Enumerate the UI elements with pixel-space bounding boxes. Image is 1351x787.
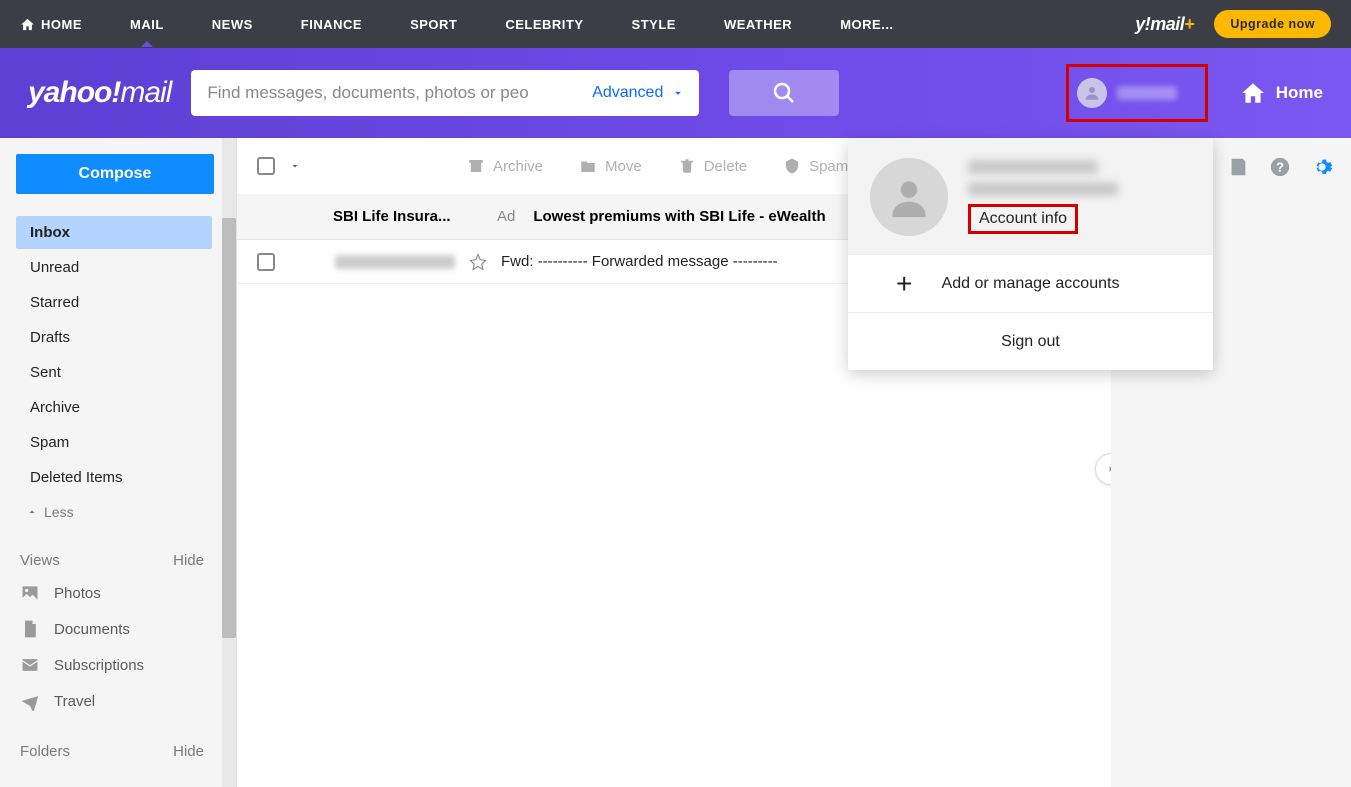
subscriptions-icon [20, 655, 40, 675]
folder-spam[interactable]: Spam [16, 426, 212, 459]
nav-home[interactable]: HOME [20, 17, 82, 32]
nav-style[interactable]: STYLE [632, 17, 676, 32]
svg-text:?: ? [1276, 160, 1284, 175]
search-input[interactable] [191, 83, 578, 103]
plus-icon: + [896, 268, 912, 300]
brand-logo: y!mail+ [1135, 14, 1194, 35]
nav-sport[interactable]: SPORT [410, 17, 457, 32]
folder-archive[interactable]: Archive [16, 391, 212, 424]
folder-starred[interactable]: Starred [16, 286, 212, 319]
folder-list: Inbox Unread Starred Drafts Sent Archive… [16, 216, 236, 528]
ad-subject: Lowest premiums with SBI Life - eWealth [533, 208, 825, 225]
view-travel[interactable]: Travel [16, 683, 236, 719]
message-subject: Fwd: ---------- Forwarded message ------… [501, 253, 778, 270]
account-email [968, 182, 1118, 196]
nav-news[interactable]: NEWS [212, 17, 253, 32]
yahoo-mail-logo: yahoo!mail [28, 76, 171, 110]
home-link[interactable]: Home [1240, 80, 1323, 106]
search-button[interactable] [729, 70, 839, 116]
profile-menu-trigger[interactable] [1066, 64, 1208, 122]
chevron-up-icon [26, 506, 38, 518]
home-icon [1240, 80, 1266, 106]
move-button[interactable]: Move [579, 157, 642, 175]
views-hide-link[interactable]: Hide [173, 552, 204, 569]
account-popover: Account info + Add or manage accounts Si… [848, 138, 1213, 370]
spam-icon [783, 157, 801, 175]
nav-finance[interactable]: FINANCE [301, 17, 362, 32]
folder-unread[interactable]: Unread [16, 251, 212, 284]
compose-button[interactable]: Compose [16, 154, 214, 194]
chevron-down-icon [671, 86, 685, 100]
account-name [968, 160, 1098, 174]
avatar-icon [1077, 78, 1107, 108]
avatar-large-icon [870, 158, 948, 236]
search-icon [772, 81, 796, 105]
folder-inbox[interactable]: Inbox [16, 216, 212, 249]
sidebar: Compose Inbox Unread Starred Drafts Sent… [0, 138, 236, 787]
views-header: Views Hide [16, 546, 206, 575]
nav-home-label: HOME [41, 17, 82, 32]
archive-button[interactable]: Archive [467, 157, 543, 175]
nav-celebrity[interactable]: CELEBRITY [505, 17, 583, 32]
folder-sent[interactable]: Sent [16, 356, 212, 389]
settings-gear-icon[interactable] [1311, 156, 1333, 178]
folders-header: Folders Hide [16, 737, 206, 766]
message-sender [335, 255, 455, 269]
delete-button[interactable]: Delete [678, 157, 747, 175]
advanced-search-link[interactable]: Advanced [578, 84, 699, 102]
upgrade-button[interactable]: Upgrade now [1214, 10, 1331, 38]
view-documents[interactable]: Documents [16, 611, 236, 647]
add-manage-accounts-link[interactable]: + Add or manage accounts [848, 254, 1213, 312]
select-all-checkbox[interactable] [257, 157, 275, 175]
less-toggle[interactable]: Less [16, 496, 236, 528]
spam-button[interactable]: Spam [783, 157, 848, 175]
folder-deleted[interactable]: Deleted Items [16, 461, 212, 494]
ad-tag: Ad [497, 208, 515, 225]
folder-drafts[interactable]: Drafts [16, 321, 212, 354]
travel-icon [20, 691, 40, 711]
star-icon[interactable] [469, 253, 487, 271]
mail-header: yahoo!mail Advanced Home [0, 48, 1351, 138]
account-info-link[interactable]: Account info [968, 204, 1078, 234]
move-icon [579, 157, 597, 175]
nav-weather[interactable]: WEATHER [724, 17, 792, 32]
view-photos[interactable]: Photos [16, 575, 236, 611]
ad-sender: SBI Life Insura... [333, 208, 493, 225]
nav-more[interactable]: MORE... [840, 17, 893, 32]
help-icon[interactable]: ? [1269, 156, 1291, 178]
nav-mail[interactable]: MAIL [130, 17, 164, 32]
archive-icon [467, 157, 485, 175]
content-area: Compose Inbox Unread Starred Drafts Sent… [0, 138, 1351, 787]
notepad-icon[interactable] [1227, 156, 1249, 178]
sidebar-scrollbar[interactable] [222, 138, 236, 787]
top-nav: HOME MAIL NEWS FINANCE SPORT CELEBRITY S… [0, 0, 1351, 48]
delete-icon [678, 157, 696, 175]
select-dropdown-icon[interactable] [289, 160, 301, 172]
search-box: Advanced [191, 70, 699, 116]
photos-icon [20, 583, 40, 603]
folders-hide-link[interactable]: Hide [173, 743, 204, 760]
profile-name [1117, 86, 1177, 100]
popover-header: Account info [848, 138, 1213, 254]
home-icon [20, 17, 35, 32]
view-subscriptions[interactable]: Subscriptions [16, 647, 236, 683]
message-checkbox[interactable] [257, 253, 275, 271]
documents-icon [20, 619, 40, 639]
sign-out-link[interactable]: Sign out [848, 312, 1213, 370]
